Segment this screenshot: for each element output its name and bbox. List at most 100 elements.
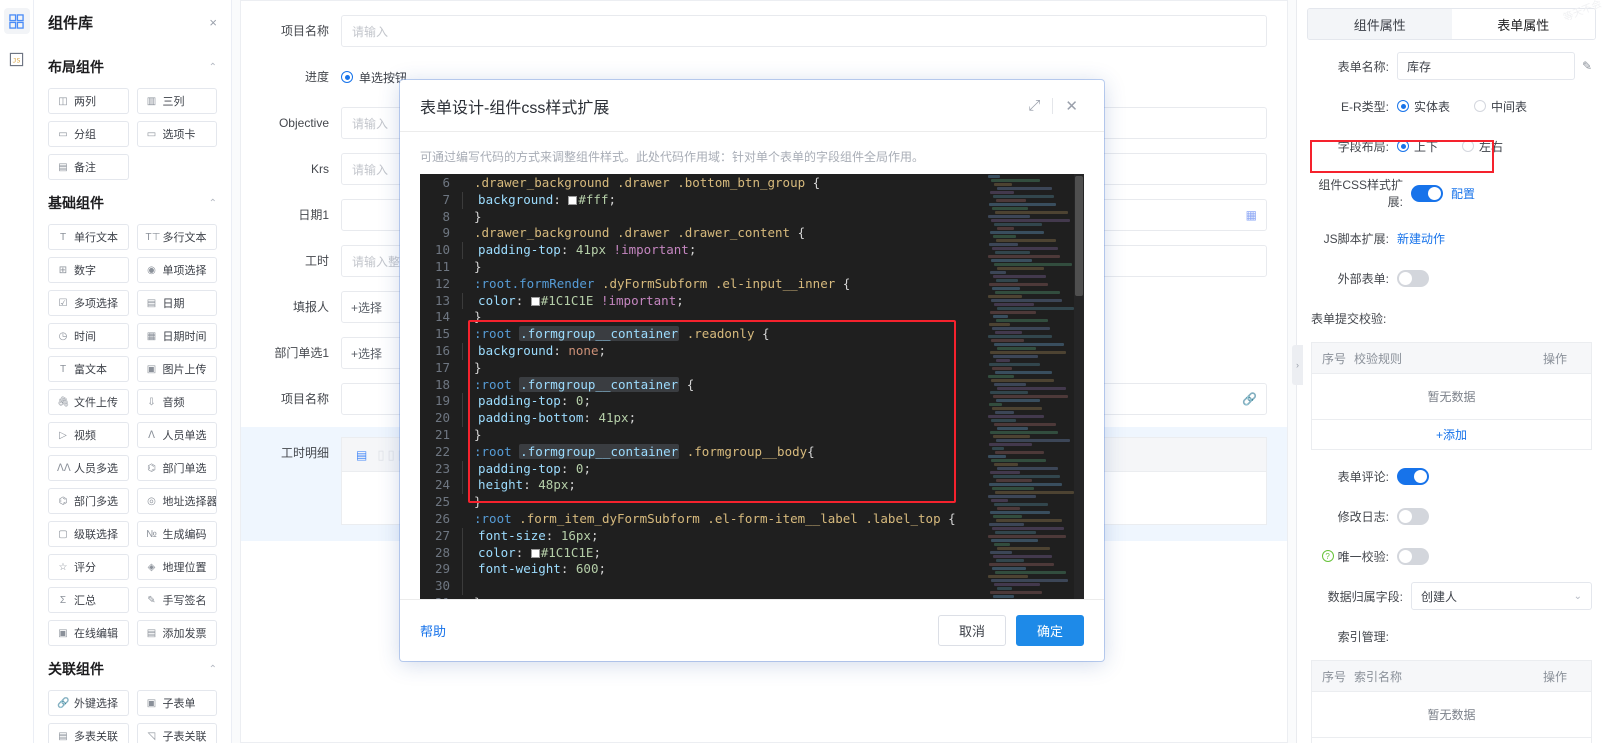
form-comment-toggle[interactable]	[1397, 467, 1429, 485]
change-log-toggle[interactable]	[1397, 507, 1429, 525]
radio-icon	[1397, 100, 1409, 112]
owner-field-select[interactable]: 创建人 ⌄	[1411, 582, 1592, 610]
external-form-label: 外部表单:	[1337, 271, 1389, 286]
line-number: 17	[434, 359, 450, 375]
minimap-line	[996, 239, 1056, 242]
css-extension-config-link[interactable]: 配置	[1451, 185, 1475, 202]
er-type-option-entity[interactable]: 实体表	[1397, 98, 1450, 115]
code-line[interactable]: 26:root .form_item_dyFormSubform .el-for…	[420, 511, 986, 528]
minimap-line	[988, 495, 1036, 498]
minimap-line	[993, 435, 1030, 438]
editor-scrollbar[interactable]	[1074, 174, 1084, 599]
minimap-line	[990, 311, 1036, 314]
code-line[interactable]: 6 .drawer_background .drawer .bottom_btn_…	[420, 175, 986, 192]
editor-scrollbar-thumb[interactable]	[1075, 176, 1083, 296]
confirm-button[interactable]: 确定	[1015, 615, 1084, 646]
help-link[interactable]: 帮助	[420, 621, 928, 640]
minimap-line	[993, 515, 1022, 518]
code-token: :	[553, 342, 569, 358]
code-line[interactable]: 30	[420, 578, 986, 595]
code-line[interactable]: 10 padding-top: 41px !important;	[420, 242, 986, 259]
minimap-line	[988, 415, 1044, 418]
code-line[interactable]: 19 padding-top: 0;	[420, 393, 986, 411]
minimap-line	[992, 207, 1028, 210]
code-line[interactable]: 15 :root .formgroup__container .readonly …	[420, 326, 986, 343]
code-line[interactable]: 16 background: none;	[420, 342, 986, 360]
code-token: 600	[575, 561, 599, 577]
code-line[interactable]: 7 background: #fff;	[420, 191, 986, 209]
code-line[interactable]: 20 padding-bottom: 41px;	[420, 410, 986, 427]
expand-icon[interactable]: ⤢	[1022, 97, 1046, 114]
er-type-option-middle[interactable]: 中间表	[1474, 98, 1527, 115]
code-line[interactable]: 29 font-weight: 600;	[420, 561, 986, 579]
validation-rules-table: 序号 校验规则 操作 暂无数据 +添加	[1311, 342, 1592, 450]
minimap-line	[989, 323, 1010, 326]
code-line[interactable]: 11}	[420, 259, 986, 276]
code-line[interactable]: 12:root.formRender .dyFormSubform .el-in…	[420, 276, 986, 293]
minimap-line	[993, 395, 1068, 398]
code-line[interactable]: 25}	[420, 494, 986, 511]
tab-form-properties[interactable]: 表单属性	[1451, 9, 1595, 39]
field-layout-option-horizontal[interactable]: 左右	[1462, 138, 1503, 155]
code-line[interactable]: 14}	[420, 309, 986, 326]
form-name-row: 表单名称: 库存 ✎	[1297, 52, 1606, 80]
minimap-line	[991, 459, 1046, 462]
code-token: 41px	[575, 242, 607, 258]
code-text: background: none;	[462, 342, 986, 360]
validation-rules-add-button[interactable]: +添加	[1312, 419, 1591, 449]
col-index-name: 索引名称	[1354, 669, 1403, 684]
css-extension-toggle[interactable]	[1411, 184, 1443, 202]
external-form-toggle[interactable]	[1397, 269, 1429, 287]
js-extension-new-action-link[interactable]: 新建动作	[1397, 230, 1445, 247]
code-line[interactable]: 18:root .formgroup__container {	[420, 376, 986, 394]
code-token: ;	[598, 342, 607, 358]
minimap-line	[992, 287, 1020, 290]
minimap-line	[997, 507, 1020, 510]
minimap-line	[990, 271, 1006, 274]
code-line[interactable]: 22:root .formgroup__container .formgroup…	[420, 443, 986, 461]
panel-collapse-handle[interactable]: ›	[1292, 345, 1303, 385]
minimap-line	[993, 275, 1046, 278]
minimap-line	[996, 359, 1010, 362]
minimap-line	[988, 295, 1022, 298]
line-number: 9	[442, 225, 450, 241]
minimap-line	[988, 575, 1028, 578]
code-line[interactable]: 28 color: #1C1C1E;	[420, 544, 986, 562]
tab-component-properties[interactable]: 组件属性	[1308, 9, 1452, 39]
minimap-line	[988, 215, 1030, 218]
code-text: :root .form_item_dyFormSubform .el-form-…	[462, 511, 986, 528]
edit-pencil-icon[interactable]: ✎	[1582, 59, 1592, 73]
editor-minimap[interactable]	[986, 174, 1074, 599]
code-line[interactable]: 23 padding-top: 0;	[420, 460, 986, 478]
code-line[interactable]: 21}	[420, 427, 986, 444]
code-line[interactable]: 27 font-size: 16px;	[420, 527, 986, 545]
code-token: }	[474, 595, 482, 599]
close-icon[interactable]: ✕	[1059, 97, 1084, 115]
field-layout-option-vertical[interactable]: 上下	[1397, 138, 1438, 155]
code-text: }	[462, 309, 986, 326]
code-lines[interactable]: 6 .drawer_background .drawer .bottom_btn_…	[420, 174, 986, 599]
code-line[interactable]: 13 color: #1C1C1E !important;	[420, 292, 986, 310]
code-line[interactable]: 8}	[420, 209, 986, 226]
line-number: 15	[434, 326, 450, 342]
code-text: :root .formgroup__container .readonly {	[462, 326, 986, 343]
code-token: ;	[590, 527, 599, 543]
cancel-button[interactable]: 取消	[937, 615, 1006, 646]
line-number: 29	[434, 561, 450, 577]
unique-check-toggle[interactable]	[1397, 547, 1429, 565]
code-text: padding-top: 41px !important;	[462, 242, 986, 259]
code-line[interactable]: 17}	[420, 360, 986, 377]
col-action: 操作	[1543, 351, 1568, 366]
code-token: }	[474, 494, 482, 510]
code-line[interactable]: 24 height: 48px;	[420, 477, 986, 495]
code-line[interactable]: 31}	[420, 595, 986, 599]
index-table-add-button[interactable]: +添加	[1312, 737, 1591, 743]
css-code-editor[interactable]: 6 .drawer_background .drawer .bottom_btn_…	[420, 174, 1084, 599]
form-name-input[interactable]: 库存	[1397, 52, 1575, 80]
code-token: .drawer_background .drawer .drawer_conte…	[474, 225, 798, 241]
minimap-line	[991, 339, 1024, 342]
minimap-line	[997, 427, 1028, 430]
minimap-line	[990, 431, 1058, 434]
help-question-icon[interactable]: ?	[1321, 550, 1334, 562]
code-line[interactable]: 9 .drawer_background .drawer .drawer_cont…	[420, 225, 986, 242]
